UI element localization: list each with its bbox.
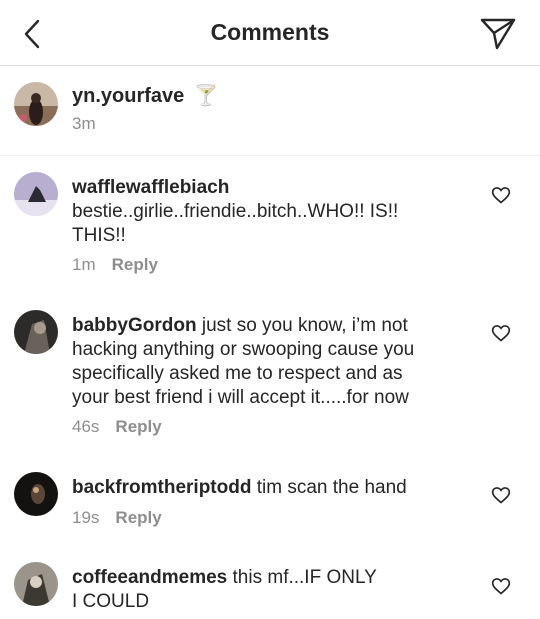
reply-button[interactable]: Reply	[115, 417, 161, 436]
comment-text-line: tim scan the hand	[256, 477, 407, 498]
comment-text-line: bestie..girlie..friendie..bitch..WHO!! I…	[72, 201, 399, 222]
avatar[interactable]	[14, 82, 58, 126]
caption-timestamp: 3m	[72, 114, 96, 133]
heart-icon[interactable]	[491, 185, 511, 205]
comment-username[interactable]: backfromtheriptodd	[72, 477, 251, 498]
paper-plane-icon	[480, 18, 516, 50]
caption-username[interactable]: yn.yourfave	[72, 85, 184, 107]
post-caption: yn.yourfave 🍸 3m	[0, 66, 540, 156]
comment-text-line: this mf...IF ONLY	[232, 567, 377, 588]
page-title: Comments	[210, 19, 330, 45]
comment-username[interactable]: coffeeandmemes	[72, 567, 227, 588]
comment-text-line: your best friend i will accept it.....fo…	[72, 387, 409, 408]
comment-username[interactable]: wafflewafflebiach	[72, 177, 229, 198]
comment-text-line: I COULD	[72, 591, 150, 612]
heart-icon[interactable]	[491, 323, 511, 343]
comments-header: Comments	[0, 0, 540, 66]
comment-text-line: THIS!!	[72, 225, 126, 246]
comment-username[interactable]: babbyGordon	[72, 315, 197, 336]
comment-text-line: hacking anything or swooping cause you	[72, 339, 415, 360]
comment-timestamp: 46s	[72, 417, 100, 436]
reply-button[interactable]: Reply	[115, 508, 161, 527]
comment-text-line: just so you know, i’m not	[201, 315, 408, 336]
cocktail-emoji: 🍸	[193, 85, 219, 107]
avatar[interactable]	[14, 472, 58, 516]
heart-icon[interactable]	[491, 485, 511, 505]
comment-timestamp: 1m	[72, 255, 96, 274]
heart-icon[interactable]	[491, 576, 511, 596]
reply-button[interactable]: Reply	[112, 255, 158, 274]
comment-text-line: specifically asked me to respect and as	[72, 363, 403, 384]
avatar[interactable]	[14, 172, 58, 216]
share-button[interactable]	[478, 16, 518, 52]
avatar[interactable]	[14, 310, 58, 354]
comment-timestamp: 19s	[72, 508, 100, 527]
avatar[interactable]	[14, 562, 58, 606]
